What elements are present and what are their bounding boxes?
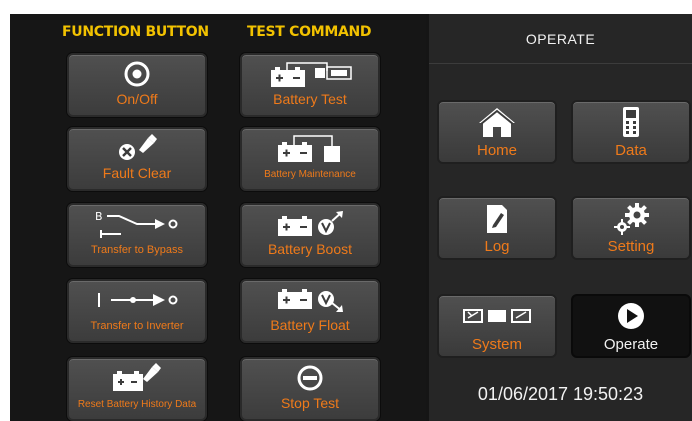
fault-clear-button[interactable]: Fault Clear [67, 127, 207, 191]
battery-boost-label: Battery Boost [267, 241, 353, 257]
battery-float-button[interactable]: Battery Float [240, 279, 380, 343]
function-button-header: FUNCTION BUTTON [62, 24, 209, 40]
data-meter-icon [621, 102, 641, 142]
transfer-to-inverter-button[interactable]: Transfer to Inverter [67, 279, 207, 343]
log-label: Log [484, 238, 510, 255]
battery-boost-button[interactable]: Battery Boost [240, 203, 380, 267]
stop-icon [297, 361, 323, 395]
play-icon [616, 296, 646, 336]
inverter-switch-icon [89, 283, 185, 317]
datetime-display: 01/06/2017 19:50:23 [477, 384, 644, 404]
power-icon [124, 57, 150, 91]
log-button[interactable]: Log [437, 196, 557, 260]
fault-clear-label: Fault Clear [102, 165, 172, 181]
battery-test-button[interactable]: Battery Test [240, 53, 380, 117]
on-off-label: On/Off [116, 91, 158, 107]
battery-boost-icon [270, 207, 350, 241]
system-button[interactable]: System [437, 294, 557, 358]
battery-reset-icon [109, 361, 165, 395]
data-button[interactable]: Data [571, 100, 691, 164]
reset-battery-history-button[interactable]: Reset Battery History Data [67, 357, 207, 421]
fault-clear-icon [115, 131, 159, 165]
battery-test-label: Battery Test [273, 91, 347, 107]
operate-button[interactable]: Operate [571, 294, 691, 358]
ups-control-panel: FUNCTION BUTTON TEST COMMAND On/Off Faul… [10, 14, 692, 421]
battery-maintenance-button[interactable]: Battery Maintenance [240, 127, 380, 191]
bypass-glyph: B [95, 210, 103, 223]
battery-maintenance-icon [270, 131, 350, 165]
operate-panel-title: OPERATE [429, 14, 692, 64]
log-icon [484, 198, 510, 238]
test-command-header: TEST COMMAND [247, 24, 372, 40]
setting-button[interactable]: Setting [571, 196, 691, 260]
stop-test-label: Stop Test [280, 395, 340, 411]
stop-test-button[interactable]: Stop Test [240, 357, 380, 421]
battery-test-icon [265, 57, 355, 91]
operate-panel: OPERATE Home Data Log Setting System Ope… [429, 14, 692, 421]
data-label: Data [615, 142, 647, 159]
battery-float-icon [270, 283, 350, 317]
system-label: System [471, 336, 522, 353]
gear-icon [611, 198, 651, 238]
bypass-switch-icon: B [89, 207, 185, 241]
transfer-to-bypass-button[interactable]: B Transfer to Bypass [67, 203, 207, 267]
home-button[interactable]: Home [437, 100, 557, 164]
reset-battery-history-label: Reset Battery History Data [77, 399, 197, 410]
operate-label: Operate [603, 336, 659, 353]
battery-maintenance-label: Battery Maintenance [264, 169, 356, 180]
left-panel: FUNCTION BUTTON TEST COMMAND On/Off Faul… [10, 14, 426, 421]
on-off-button[interactable]: On/Off [67, 53, 207, 117]
battery-float-label: Battery Float [270, 317, 350, 333]
home-icon [477, 102, 517, 142]
home-label: Home [476, 142, 517, 159]
transfer-to-inverter-label: Transfer to Inverter [90, 320, 184, 332]
setting-label: Setting [607, 238, 655, 255]
transfer-to-bypass-label: Transfer to Bypass [91, 244, 183, 256]
system-icon [462, 296, 532, 336]
